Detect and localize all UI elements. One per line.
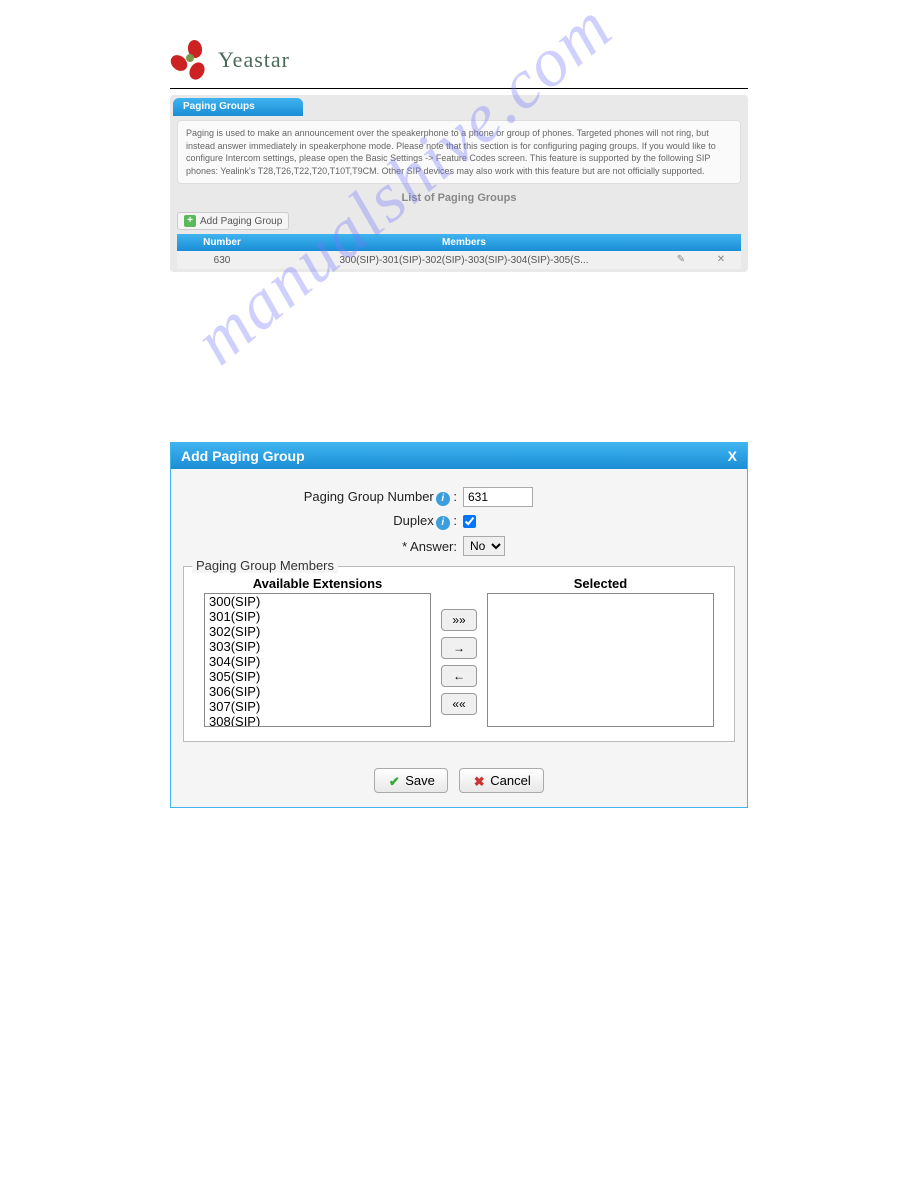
list-item[interactable]: 302(SIP) (205, 624, 430, 639)
col-members: Members (267, 234, 661, 251)
list-item[interactable]: 307(SIP) (205, 699, 430, 714)
number-label: Paging Group Number (304, 489, 434, 504)
cancel-button[interactable]: ✖ Cancel (459, 768, 543, 793)
duplex-checkbox[interactable] (463, 515, 476, 528)
add-button-label: Add Paging Group (200, 216, 282, 227)
available-title: Available Extensions (204, 576, 431, 591)
close-icon[interactable]: X (728, 448, 737, 464)
check-icon: ✔ (387, 774, 401, 788)
list-item[interactable]: 308(SIP) (205, 714, 430, 727)
delete-icon[interactable]: ✕ (715, 254, 727, 266)
info-box: Paging is used to make an announcement o… (177, 120, 741, 184)
list-item[interactable]: 305(SIP) (205, 669, 430, 684)
save-label: Save (405, 773, 435, 788)
members-legend: Paging Group Members (192, 558, 338, 573)
move-left-button[interactable]: ← (441, 665, 477, 687)
duplex-label: Duplex (393, 513, 433, 528)
save-button[interactable]: ✔ Save (374, 768, 448, 793)
move-all-left-button[interactable]: «« (441, 693, 477, 715)
answer-select[interactable]: No (463, 536, 505, 556)
cancel-label: Cancel (490, 773, 530, 788)
table-row: 630 300(SIP)-301(SIP)-302(SIP)-303(SIP)-… (177, 251, 741, 269)
edit-icon[interactable]: ✎ (675, 254, 687, 266)
selected-title: Selected (487, 576, 714, 591)
list-item[interactable]: 304(SIP) (205, 654, 430, 669)
info-icon[interactable]: i (436, 492, 450, 506)
cell-members: 300(SIP)-301(SIP)-302(SIP)-303(SIP)-304(… (267, 251, 661, 269)
add-paging-group-button[interactable]: + Add Paging Group (177, 212, 289, 230)
move-right-button[interactable]: → (441, 637, 477, 659)
paging-groups-table: Number Members 630 300(SIP)-301(SIP)-302… (177, 234, 741, 269)
x-icon: ✖ (472, 774, 486, 788)
col-number: Number (177, 234, 267, 251)
list-item[interactable]: 301(SIP) (205, 609, 430, 624)
brand-name: Yeastar (218, 47, 290, 73)
list-title: List of Paging Groups (173, 192, 745, 204)
answer-label: * Answer: (402, 539, 457, 554)
move-all-right-button[interactable]: »» (441, 609, 477, 631)
list-item[interactable]: 300(SIP) (205, 594, 430, 609)
list-item[interactable]: 303(SIP) (205, 639, 430, 654)
add-paging-group-dialog: Add Paging Group X Paging Group Numberi … (170, 442, 748, 808)
selected-extensions-list[interactable] (487, 593, 714, 727)
list-item[interactable]: 306(SIP) (205, 684, 430, 699)
available-extensions-list[interactable]: 300(SIP) 301(SIP) 302(SIP) 303(SIP) 304(… (204, 593, 431, 727)
logo-icon (170, 40, 212, 80)
cell-number: 630 (177, 251, 267, 269)
brand-logo: Yeastar (170, 40, 748, 80)
paging-group-number-input[interactable] (463, 487, 533, 507)
paging-groups-panel: Paging Groups Paging is used to make an … (170, 95, 748, 272)
panel-tab: Paging Groups (173, 98, 303, 116)
plus-icon: + (184, 215, 196, 227)
info-icon[interactable]: i (436, 516, 450, 530)
dialog-title: Add Paging Group (181, 448, 305, 464)
